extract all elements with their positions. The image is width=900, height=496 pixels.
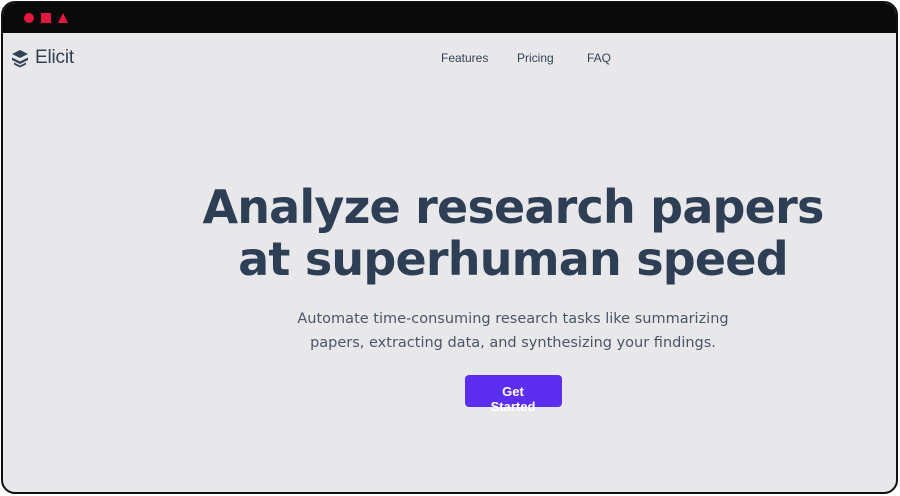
nav-link-pricing[interactable]: Pricing <box>517 51 554 65</box>
landing-page: Elicit Features Pricing FAQ Analyze rese… <box>3 33 896 492</box>
hero-headline-line-2: at superhuman speed <box>238 232 788 286</box>
hero-headline-line-1: Analyze research papers <box>202 180 824 234</box>
cta-wrapper: Get Started <box>153 375 873 414</box>
hero-subtext-line-1: Automate time-consuming research tasks l… <box>297 311 729 327</box>
hero-subtext: Automate time-consuming research tasks l… <box>153 307 873 355</box>
get-started-button[interactable]: Get Started <box>464 375 562 414</box>
nav-link-features[interactable]: Features <box>441 51 488 65</box>
main-nav: Features Pricing FAQ <box>3 51 896 69</box>
circle-icon[interactable] <box>24 13 34 23</box>
browser-window: Elicit Features Pricing FAQ Analyze rese… <box>1 1 898 494</box>
square-icon[interactable] <box>41 13 51 23</box>
hero-subtext-line-2: papers, extracting data, and synthesizin… <box>310 335 716 351</box>
hero-headline: Analyze research papers at superhuman sp… <box>153 181 873 285</box>
hero-section: Analyze research papers at superhuman sp… <box>153 181 873 414</box>
window-titlebar <box>3 3 896 33</box>
triangle-icon[interactable] <box>58 13 68 23</box>
nav-link-faq[interactable]: FAQ <box>587 51 611 65</box>
